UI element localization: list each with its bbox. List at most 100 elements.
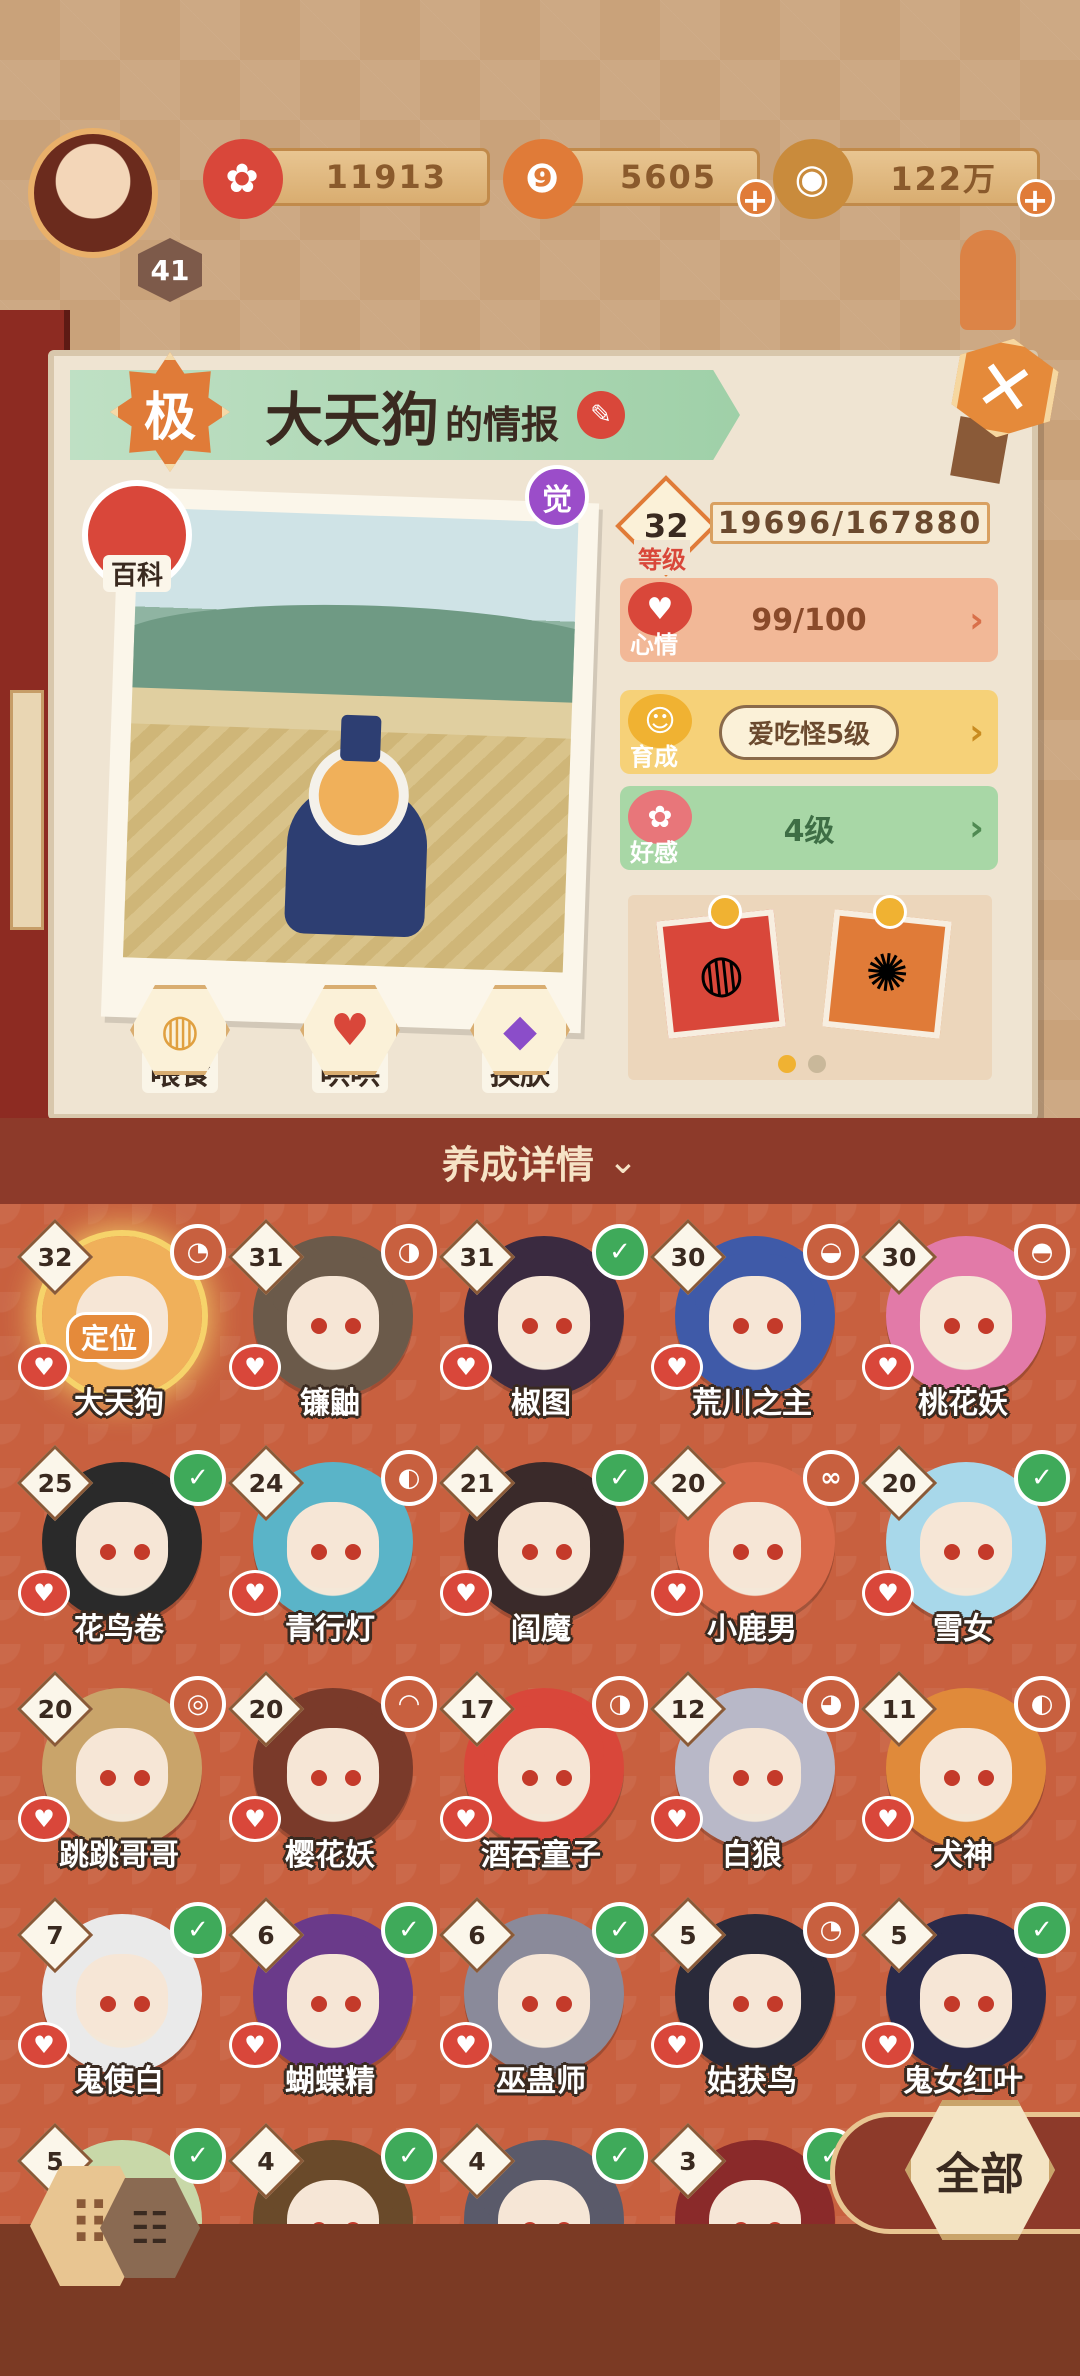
- roster-card[interactable]: 12 ◕ ♥ 白狼: [647, 1666, 859, 1892]
- skill-icon: ◑: [381, 1224, 437, 1280]
- portrait-face: [76, 1728, 168, 1814]
- mood-caption: 心情: [630, 631, 678, 659]
- wiki-button[interactable]: 百科: [82, 480, 192, 592]
- shikigami-name: 跳跳哥哥: [59, 1838, 179, 1873]
- player-level-badge: 41: [138, 238, 202, 302]
- coax-button[interactable]: ♥ 哄哄: [290, 985, 410, 1095]
- portrait-face: [498, 1502, 590, 1588]
- rename-button[interactable]: ✎: [577, 391, 626, 439]
- portrait-eye: [100, 1544, 116, 1560]
- skill-icon: ◑: [592, 1676, 648, 1732]
- level-value: 25: [37, 1468, 73, 1498]
- roster-card[interactable]: 31 ✓ ♥ 椒图: [436, 1214, 648, 1440]
- portrait-eye: [134, 1544, 150, 1560]
- portrait-eye: [733, 1996, 749, 2012]
- shikigami-name: 荒川之主: [692, 1386, 812, 1421]
- level-value: 4: [468, 2146, 486, 2176]
- shikigami-name: 小鹿男: [707, 1612, 797, 1647]
- check-icon: ✓: [170, 1902, 226, 1958]
- page-dot[interactable]: [808, 1055, 826, 1073]
- coin-icon: ◉: [773, 139, 853, 219]
- portrait-face: [709, 1276, 801, 1362]
- check-icon: ✓: [1014, 1902, 1070, 1958]
- skill-icon: ◔: [170, 1224, 226, 1280]
- portrait-eye: [944, 1544, 960, 1560]
- check-icon: ✓: [592, 2128, 648, 2184]
- level-value: 20: [248, 1694, 284, 1724]
- roster-card[interactable]: 20 ◎ ♥ 跳跳哥哥: [14, 1666, 226, 1892]
- level-value: 12: [670, 1694, 706, 1724]
- portrait-eye: [767, 1996, 783, 2012]
- shikigami-name: 桃花妖: [918, 1386, 1008, 1421]
- roster-card[interactable]: 5 ✓ ♥ 鬼女红叶: [858, 1892, 1070, 2118]
- portrait-eye: [944, 1996, 960, 2012]
- level-value: 21: [459, 1468, 495, 1498]
- roster-card[interactable]: 20 ✓ ♥ 雪女: [858, 1440, 1070, 1666]
- skill-icon: ◎: [170, 1676, 226, 1732]
- portrait-face: [920, 1276, 1012, 1362]
- portrait-eye: [767, 1770, 783, 1786]
- add-gold-button[interactable]: +: [1017, 179, 1055, 218]
- roster-card[interactable]: 4✓♥: [436, 2118, 648, 2224]
- roster-card[interactable]: 20 ∞ ♥ 小鹿男: [647, 1440, 859, 1666]
- shikigami-name: 阎魔: [511, 1612, 571, 1647]
- shikigami-name: 犬神: [933, 1838, 993, 1873]
- mood-row[interactable]: ♥ 心情 99/100 ›: [620, 578, 998, 662]
- portrait-face: [287, 1276, 379, 1362]
- locate-badge[interactable]: 定位: [66, 1312, 153, 1362]
- portrait-eye: [767, 1544, 783, 1560]
- roster-card[interactable]: 6 ✓ ♥ 巫蛊师: [436, 1892, 648, 2118]
- currency-hall-coin-value: 11913: [325, 158, 447, 196]
- portrait-eye: [522, 1318, 538, 1334]
- roster-header[interactable]: 养成详情 ⌄: [0, 1118, 1080, 1204]
- roster-card[interactable]: 17 ◑ ♥ 酒吞童子: [436, 1666, 648, 1892]
- character-sprite[interactable]: [263, 712, 451, 958]
- check-icon: ✓: [592, 1450, 648, 1506]
- roster-card[interactable]: 30 ◒ ♥ 荒川之主: [647, 1214, 859, 1440]
- roster-card[interactable]: 20 ◠ ♥ 樱花妖: [225, 1666, 437, 1892]
- portrait-eye: [134, 1770, 150, 1786]
- portrait-face: [709, 1728, 801, 1814]
- roster-card[interactable]: 5 ◔ ♥ 姑获鸟: [647, 1892, 859, 2118]
- roster-card[interactable]: 30 ◓ ♥ 桃花妖: [858, 1214, 1070, 1440]
- growth-value: 爱吃怪5级: [718, 704, 900, 760]
- portrait-eye: [311, 1318, 327, 1334]
- skin-button[interactable]: ◆ 换肤: [460, 985, 580, 1095]
- shikigami-name: 鬼使白: [74, 2064, 164, 2099]
- roster-card[interactable]: 3✓♥: [647, 2118, 859, 2224]
- page-dot-active[interactable]: [778, 1055, 796, 1073]
- add-magatama-button[interactable]: +: [737, 179, 775, 218]
- portrait-eye: [733, 1318, 749, 1334]
- growth-row[interactable]: ☺ 育成 爱吃怪5级 ›: [620, 690, 998, 774]
- roster-card[interactable]: 7 ✓ ♥ 鬼使白: [14, 1892, 226, 2118]
- page-dots: [778, 1055, 826, 1073]
- exp-bar: 19696/167880: [710, 502, 990, 544]
- affinity-row[interactable]: ✿ 好感 4级 ›: [620, 786, 998, 870]
- roster-card[interactable]: 21 ✓ ♥ 阎魔: [436, 1440, 648, 1666]
- roster-card[interactable]: 31 ◑ ♥ 镰鼬: [225, 1214, 437, 1440]
- portrait-eye: [733, 1770, 749, 1786]
- skill-icon: ◕: [803, 1676, 859, 1732]
- check-icon: ✓: [592, 1902, 648, 1958]
- book-bookmark: [10, 690, 44, 930]
- portrait-eye: [733, 1544, 749, 1560]
- shikigami-roster[interactable]: 32 ◔ ♥ 定位 大天狗 31 ◑ ♥ 镰鼬 31 ✓ ♥ 椒图 30 ◒ ♥ 荒川之主 30 ◓ ♥ 桃花妖 25 ✓ ♥…: [0, 1204, 1080, 2224]
- skill-icon: ◒: [803, 1224, 859, 1280]
- portrait-eye: [345, 1318, 361, 1334]
- roster-card[interactable]: 32 ◔ ♥ 定位 大天狗: [14, 1214, 226, 1440]
- player-avatar[interactable]: [28, 128, 158, 258]
- feed-button[interactable]: ◍ 喂食: [120, 985, 240, 1095]
- pin-icon: [873, 895, 907, 929]
- roster-card[interactable]: 4✓♥: [225, 2118, 437, 2224]
- player-avatar-area[interactable]: 41: [8, 98, 202, 302]
- wiki-label: 百科: [102, 555, 171, 592]
- level-value: 24: [248, 1468, 284, 1498]
- roster-card[interactable]: 25 ✓ ♥ 花鸟卷: [14, 1440, 226, 1666]
- roster-card[interactable]: 11 ◐ ♥ 犬神: [858, 1666, 1070, 1892]
- roster-card[interactable]: 6 ✓ ♥ 蝴蝶精: [225, 1892, 437, 2118]
- portrait-face: [920, 1728, 1012, 1814]
- roster-card[interactable]: 24 ◐ ♥ 青行灯: [225, 1440, 437, 1666]
- favorite-items-panel: ◍ ✺: [628, 895, 992, 1080]
- portrait-eye: [345, 1996, 361, 2012]
- roster-header-title: 养成详情: [441, 1142, 594, 1187]
